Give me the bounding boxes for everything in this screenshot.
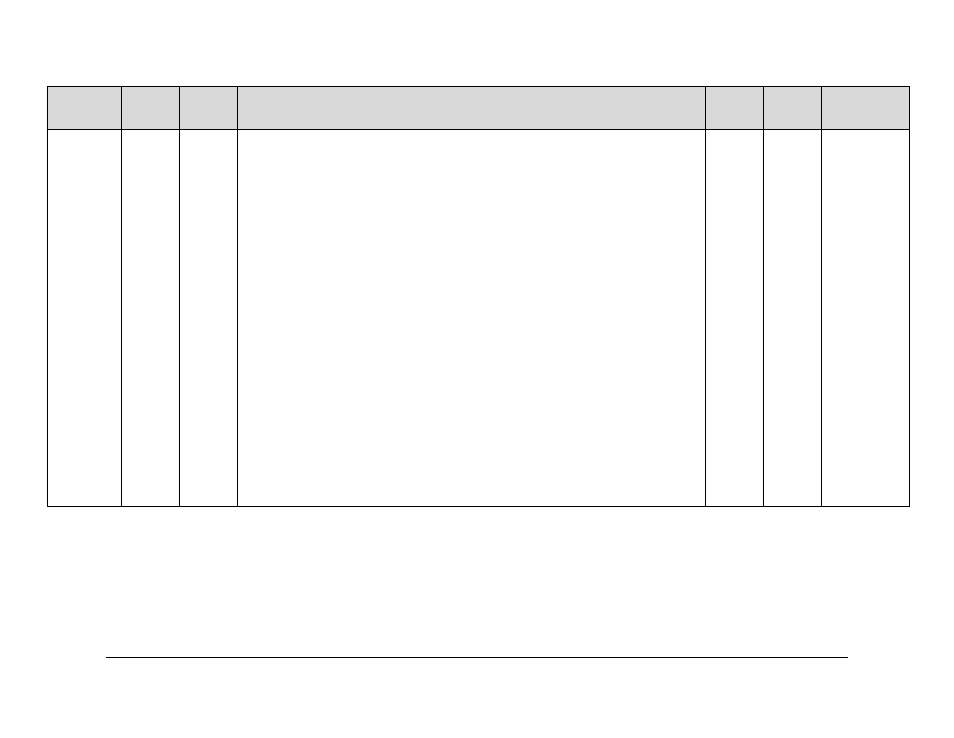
data-table <box>47 86 910 507</box>
table-header-cell <box>822 87 910 130</box>
table-header-cell <box>122 87 180 130</box>
footer-rule <box>106 657 848 658</box>
table-cell <box>180 130 238 507</box>
table-cell <box>706 130 764 507</box>
table-header-cell <box>706 87 764 130</box>
table-header-cell <box>238 87 706 130</box>
page <box>0 0 954 738</box>
table-cell <box>122 130 180 507</box>
table-row <box>48 130 910 507</box>
table-header-cell <box>764 87 822 130</box>
table-cell <box>48 130 122 507</box>
table-cell <box>764 130 822 507</box>
table-header-row <box>48 87 910 130</box>
table-cell <box>822 130 910 507</box>
table-header-cell <box>48 87 122 130</box>
table-header-cell <box>180 87 238 130</box>
table-cell <box>238 130 706 507</box>
